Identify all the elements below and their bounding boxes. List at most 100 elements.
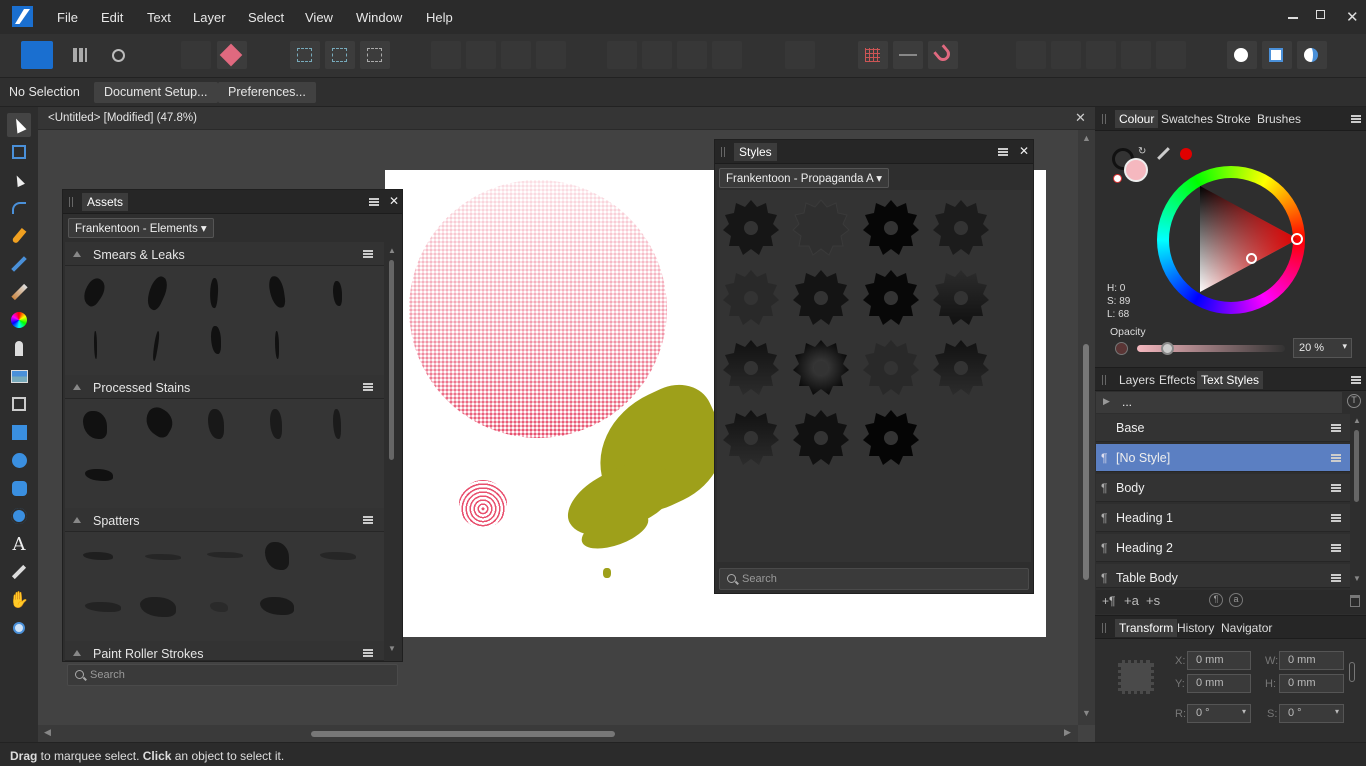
opacity-slider-handle[interactable] [1160, 342, 1174, 355]
boolean-xor-icon[interactable] [1121, 41, 1151, 69]
asset-item[interactable] [151, 330, 161, 362]
invert-selection-icon[interactable] [360, 41, 390, 69]
asset-item[interactable] [140, 403, 178, 441]
y-field[interactable]: 0 mm [1187, 674, 1251, 693]
arrange-forward-icon[interactable] [501, 41, 531, 69]
drag-handle-icon[interactable] [1102, 623, 1106, 633]
text-styles-scrollbar[interactable]: ▲ ▼ [1352, 416, 1362, 586]
drag-handle-icon[interactable] [1102, 375, 1106, 385]
section-menu-icon[interactable] [363, 250, 373, 258]
section-paint-roller-strokes[interactable]: Paint Roller Strokes [65, 641, 384, 661]
style-swatch[interactable] [793, 340, 849, 395]
drag-handle-icon[interactable] [69, 197, 73, 207]
row-menu-icon[interactable] [1331, 424, 1341, 432]
section-menu-icon[interactable] [363, 649, 373, 657]
lock-aspect-icon[interactable] [1349, 662, 1355, 682]
row-menu-icon[interactable] [1331, 514, 1341, 522]
flip-horizontal-icon[interactable] [607, 41, 637, 69]
asset-item[interactable] [145, 554, 181, 560]
close-window-icon[interactable]: ✕ [1346, 8, 1359, 26]
styles-category-dropdown[interactable]: Frankentoon - Propaganda A ▾ [719, 168, 890, 188]
drag-handle-icon[interactable] [1102, 114, 1106, 124]
rotate-right-icon[interactable] [712, 41, 742, 69]
row-menu-icon[interactable] [1331, 544, 1341, 552]
asset-item[interactable] [85, 602, 121, 612]
menu-layer[interactable]: Layer [193, 10, 226, 25]
insert-inside-icon[interactable] [1227, 41, 1257, 69]
asset-item[interactable] [142, 274, 172, 312]
halftone-circle[interactable] [409, 180, 667, 438]
assets-panel-header[interactable]: Assets ✕ [63, 190, 402, 214]
asset-item[interactable] [140, 597, 176, 617]
boolean-subtract-icon[interactable] [1051, 41, 1081, 69]
swap-colours-icon[interactable]: ↻ [1138, 146, 1146, 157]
asset-item[interactable] [333, 409, 341, 439]
asset-item[interactable] [211, 326, 221, 354]
text-style-row-table-body[interactable]: ¶ Table Body [1096, 564, 1350, 588]
scroll-up-icon[interactable]: ▲ [1082, 133, 1091, 143]
assistant-icon[interactable] [181, 41, 211, 69]
shear-field[interactable]: 0 ° ▾ [1279, 704, 1344, 723]
style-swatch[interactable] [723, 410, 779, 465]
tab-layers[interactable]: Layers [1119, 373, 1155, 387]
corner-tool-icon[interactable] [9, 198, 29, 218]
scroll-right-icon[interactable]: ▶ [1064, 727, 1071, 738]
opacity-input[interactable]: 20 % ▾ [1293, 338, 1352, 358]
pencil-tool-icon[interactable] [9, 254, 29, 274]
ellipse-tool-icon[interactable] [9, 450, 29, 470]
text-style-options-icon[interactable]: T [1347, 394, 1361, 408]
asset-item[interactable] [275, 331, 279, 359]
asset-item[interactable] [207, 552, 243, 558]
arrange-backward-icon[interactable] [466, 41, 496, 69]
horizontal-scroll-thumb[interactable] [311, 731, 615, 737]
opacity-slider[interactable] [1137, 342, 1285, 355]
insert-top-icon[interactable] [1297, 41, 1327, 69]
asset-item[interactable] [83, 552, 113, 560]
asset-item[interactable] [267, 275, 287, 309]
place-image-tool-icon[interactable] [9, 366, 29, 386]
new-group-style-icon[interactable]: +s [1146, 593, 1160, 608]
asset-item[interactable] [260, 597, 294, 615]
panel-menu-icon[interactable] [998, 148, 1008, 156]
artboard-tool-icon[interactable] [9, 142, 29, 162]
minimize-icon[interactable] [1288, 17, 1298, 19]
tab-history[interactable]: History [1177, 621, 1214, 635]
colour-handle[interactable] [1246, 253, 1257, 264]
insert-behind-icon[interactable] [1262, 41, 1292, 69]
vertical-scrollbar[interactable]: ▲ ▼ [1078, 130, 1095, 725]
asset-item[interactable] [94, 331, 97, 359]
scroll-down-icon[interactable]: ▼ [1353, 574, 1361, 583]
style-swatch[interactable] [792, 199, 850, 256]
section-menu-icon[interactable] [363, 516, 373, 524]
asset-item[interactable] [270, 409, 282, 439]
tab-brushes[interactable]: Brushes [1257, 112, 1301, 126]
pixel-persona-icon[interactable] [66, 41, 96, 69]
menu-file[interactable]: File [57, 10, 78, 25]
paragraph-info-icon[interactable]: ¶ [1209, 593, 1223, 607]
node-tool-icon[interactable] [9, 170, 29, 190]
text-style-row-base[interactable]: Base [1096, 414, 1350, 442]
drag-handle-icon[interactable] [721, 147, 725, 157]
pen-tool-icon[interactable] [9, 226, 29, 246]
character-info-icon[interactable]: a [1229, 593, 1243, 607]
cog-shape-tool-icon[interactable] [9, 506, 29, 526]
style-swatch[interactable] [723, 340, 779, 395]
fill-tool-icon[interactable] [9, 310, 29, 330]
scroll-up-icon[interactable]: ▲ [1353, 416, 1361, 425]
styles-panel-header[interactable]: Styles ✕ [715, 140, 1033, 164]
arrange-front-icon[interactable] [536, 41, 566, 69]
row-menu-icon[interactable] [1331, 484, 1341, 492]
style-swatch[interactable] [933, 270, 989, 325]
horizontal-scrollbar[interactable]: ◀ ▶ [38, 725, 1078, 742]
export-persona-icon[interactable] [104, 41, 134, 69]
text-style-row-heading-2[interactable]: ¶ Heading 2 [1096, 534, 1350, 562]
hue-handle[interactable] [1291, 233, 1303, 245]
menu-select[interactable]: Select [248, 10, 284, 25]
asset-item[interactable] [210, 602, 228, 612]
boolean-intersect-icon[interactable] [1086, 41, 1116, 69]
menu-help[interactable]: Help [426, 10, 453, 25]
section-spatters[interactable]: Spatters [65, 508, 384, 532]
x-field[interactable]: 0 mm [1187, 651, 1251, 670]
text-styles-path-bar[interactable]: ▶ ... [1096, 392, 1342, 413]
fingerprint-icon[interactable] [459, 480, 507, 528]
